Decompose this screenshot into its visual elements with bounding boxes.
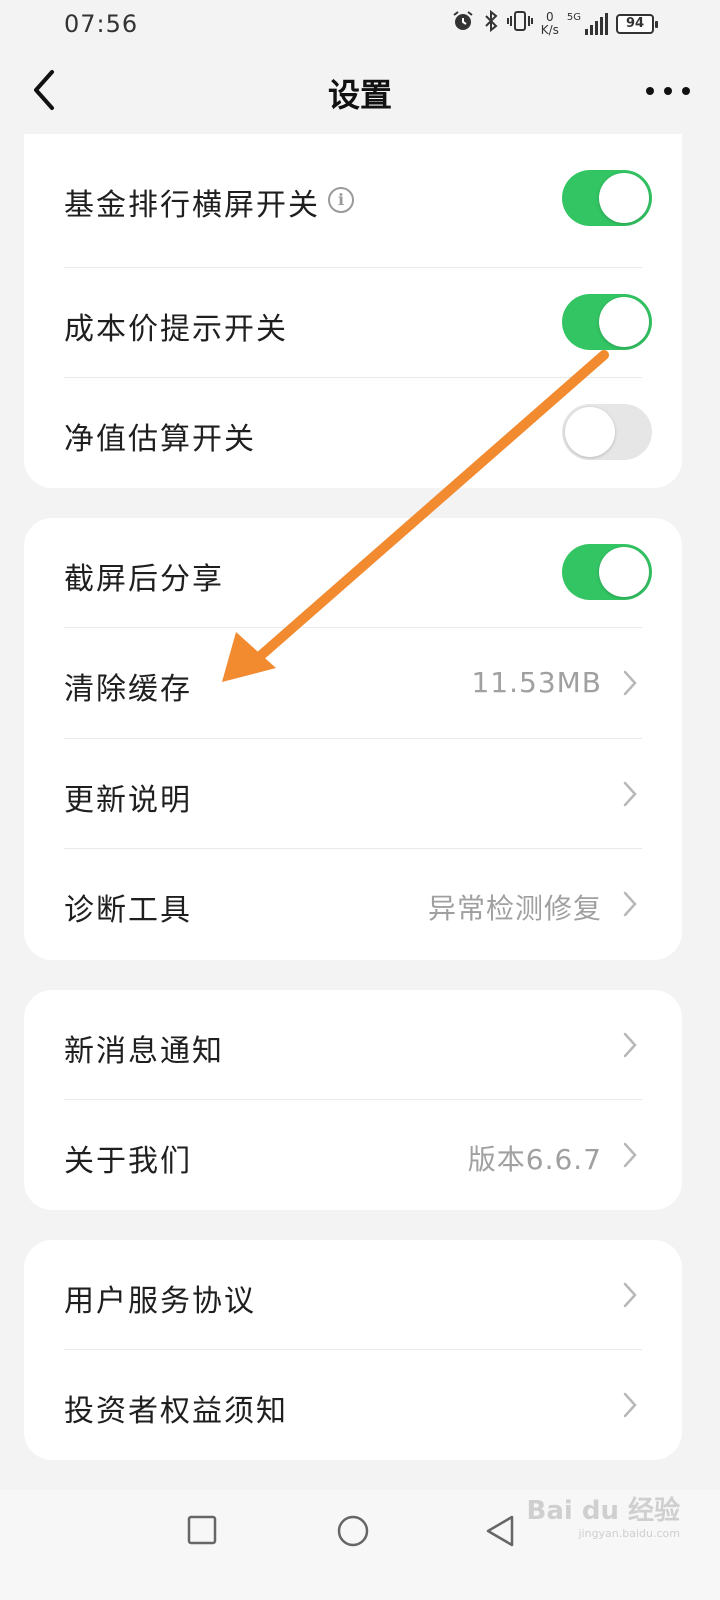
setting-label: 基金排行横屏开关 [64,188,320,223]
network-type: 5G [566,12,581,23]
setting-row-clear-cache[interactable]: 清除缓存 11.53MB [24,628,682,739]
setting-label: 截屏后分享 [64,562,224,597]
home-icon[interactable] [336,1514,370,1548]
more-button[interactable] [646,76,690,106]
setting-row-investor-rights[interactable]: 投资者权益须知 [24,1350,682,1460]
setting-row-diagnostics[interactable]: 诊断工具 异常检测修复 [24,849,682,960]
signal-icon: 5G [567,13,608,35]
page-title: 设置 [327,76,392,114]
toggle-switch[interactable] [562,170,652,226]
net-speed: 0 K/s [541,11,559,37]
chevron-right-icon [623,1282,637,1308]
toggle-switch[interactable] [562,294,652,350]
cache-size-value: 11.53MB [471,666,602,699]
status-icons: 0 K/s 5G 94 [451,9,658,39]
watermark: Bai du 经验 jingyan.baidu.com [527,1490,681,1540]
setting-label: 用户服务协议 [64,1284,256,1319]
settings-card-tools: 截屏后分享 清除缓存 11.53MB 更新说明 诊断工具 异常检测修复 [24,518,682,960]
back-icon[interactable] [484,1514,516,1548]
version-value: 版本6.6.7 [467,1143,602,1176]
chevron-right-icon [623,1032,637,1058]
setting-row-screenshot-share[interactable]: 截屏后分享 [24,518,682,628]
setting-label: 更新说明 [64,783,192,818]
settings-card-about: 新消息通知 关于我们 版本6.6.7 [24,990,682,1210]
watermark-url: jingyan.baidu.com [578,1527,680,1540]
more-icon [646,87,654,95]
setting-label: 净值估算开关 [64,422,256,457]
chevron-right-icon [623,1392,637,1418]
setting-label: 新消息通知 [64,1034,224,1069]
chevron-right-icon [623,670,637,696]
chevron-right-icon [623,781,637,807]
battery-icon: 94 [616,14,658,34]
status-time: 07:56 [64,10,139,38]
info-icon[interactable]: i [328,187,354,213]
setting-row-nav-estimate[interactable]: 净值估算开关 [24,378,682,488]
setting-row-cost-price[interactable]: 成本价提示开关 [24,268,682,378]
diagnostics-value: 异常检测修复 [427,892,602,925]
setting-label: 清除缓存 [64,672,192,707]
setting-label: 投资者权益须知 [64,1394,288,1429]
setting-label: 成本价提示开关 [64,312,288,347]
setting-label: 关于我们 [64,1144,192,1179]
toggle-switch[interactable] [562,544,652,600]
setting-row-update-notes[interactable]: 更新说明 [24,739,682,849]
setting-row-user-agreement[interactable]: 用户服务协议 [24,1240,682,1350]
chevron-right-icon [623,891,637,917]
alarm-icon [451,9,475,39]
watermark-logo: Bai du 经验 [526,1496,681,1526]
setting-row-about-us[interactable]: 关于我们 版本6.6.7 [24,1100,682,1210]
setting-row-notifications[interactable]: 新消息通知 [24,990,682,1100]
settings-card-legal: 用户服务协议 投资者权益须知 [24,1240,682,1460]
setting-row-landscape-ranking[interactable]: 基金排行横屏开关 i [24,134,682,268]
toggle-switch[interactable] [562,404,652,460]
recent-apps-icon[interactable] [186,1514,218,1546]
net-speed-unit: K/s [540,23,559,37]
vibrate-icon [506,9,533,39]
settings-card-display: 基金排行横屏开关 i 成本价提示开关 净值估算开关 [24,134,682,488]
chevron-right-icon [623,1142,637,1168]
setting-label: 诊断工具 [64,893,192,928]
status-bar: 07:56 0 K/s 5G 94 [0,0,720,50]
bluetooth-icon [483,9,499,39]
header: 设置 [0,50,720,134]
